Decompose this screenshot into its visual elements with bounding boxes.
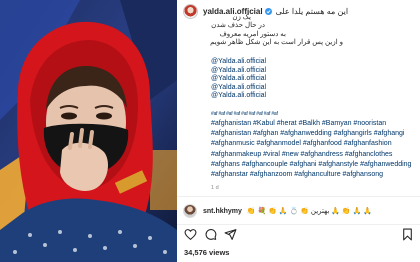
mention-link[interactable]: @Yalda.ali.official: [211, 75, 266, 84]
view-count[interactable]: 34,576 views: [184, 248, 229, 257]
small-hashtags[interactable]: #af #af #af #af #af #af #af #af #af: [211, 111, 278, 117]
hashtag-block: #afghanistan #Kabul #herat #Balkh #Bamya…: [211, 119, 420, 180]
comment-icon[interactable]: [204, 228, 217, 241]
commenter-avatar[interactable]: [183, 204, 197, 218]
author-avatar[interactable]: [183, 3, 198, 19]
commenter-username[interactable]: snt.hkhymy: [203, 208, 242, 215]
hashtag-line[interactable]: #afghanmusic #afghanmodel #afghanfood #a…: [211, 139, 420, 149]
mention-link[interactable]: @Yalda.ali.official: [211, 92, 266, 101]
woman-in-red-scarf-image: [0, 0, 177, 262]
comment-text: 👏 💐 👏 🙏 💍 👏 بهترین 🙏 👏 🙏 🙏: [246, 208, 372, 215]
heart-icon[interactable]: [184, 228, 197, 241]
mention-link[interactable]: @Yalda.ali.official: [211, 67, 266, 76]
hashtag-line[interactable]: #afghanstar #afghanzoom #afghanculture #…: [211, 170, 420, 180]
divider: [177, 224, 420, 225]
bookmark-icon[interactable]: [401, 228, 414, 241]
caption-line: در حال حذف شدن: [211, 22, 265, 30]
post-caption: یک زن در حال حذف شدن به دستور امریه معرو…: [210, 14, 417, 48]
caption-line: به دستور امریه معروف: [219, 30, 286, 38]
action-bar: [184, 228, 414, 242]
share-icon[interactable]: [224, 228, 237, 241]
hashtag-line[interactable]: #afghanmakeup #viral #new #afghandress #…: [211, 150, 420, 160]
mention-link[interactable]: @Yalda.ali.official: [211, 58, 266, 67]
hashtag-line[interactable]: #afghanistan #Kabul #herat #Balkh #Bamya…: [211, 119, 420, 129]
comment-row: snt.hkhymy 👏 💐 👏 🙏 💍 👏 بهترین 🙏 👏 🙏 🙏: [183, 203, 420, 219]
mention-link[interactable]: @Yalda.ali.official: [211, 84, 266, 93]
divider: [177, 196, 420, 197]
hashtag-line[interactable]: #afghanistan #afghan #afghanwedding #afg…: [211, 129, 420, 139]
post-time: 1 d: [211, 185, 219, 191]
caption-line: و ازین پس قرار است به این شکل ظاهر شویم: [210, 39, 343, 47]
post-details-panel: yalda.ali.official این مه هستم یلدا علی …: [177, 0, 420, 262]
post-photo[interactable]: [0, 0, 177, 262]
hashtag-line[interactable]: #afghans #afghancouple #afghani #afghans…: [211, 160, 420, 170]
mentions-list: @Yalda.ali.official @Yalda.ali.official …: [211, 58, 266, 101]
